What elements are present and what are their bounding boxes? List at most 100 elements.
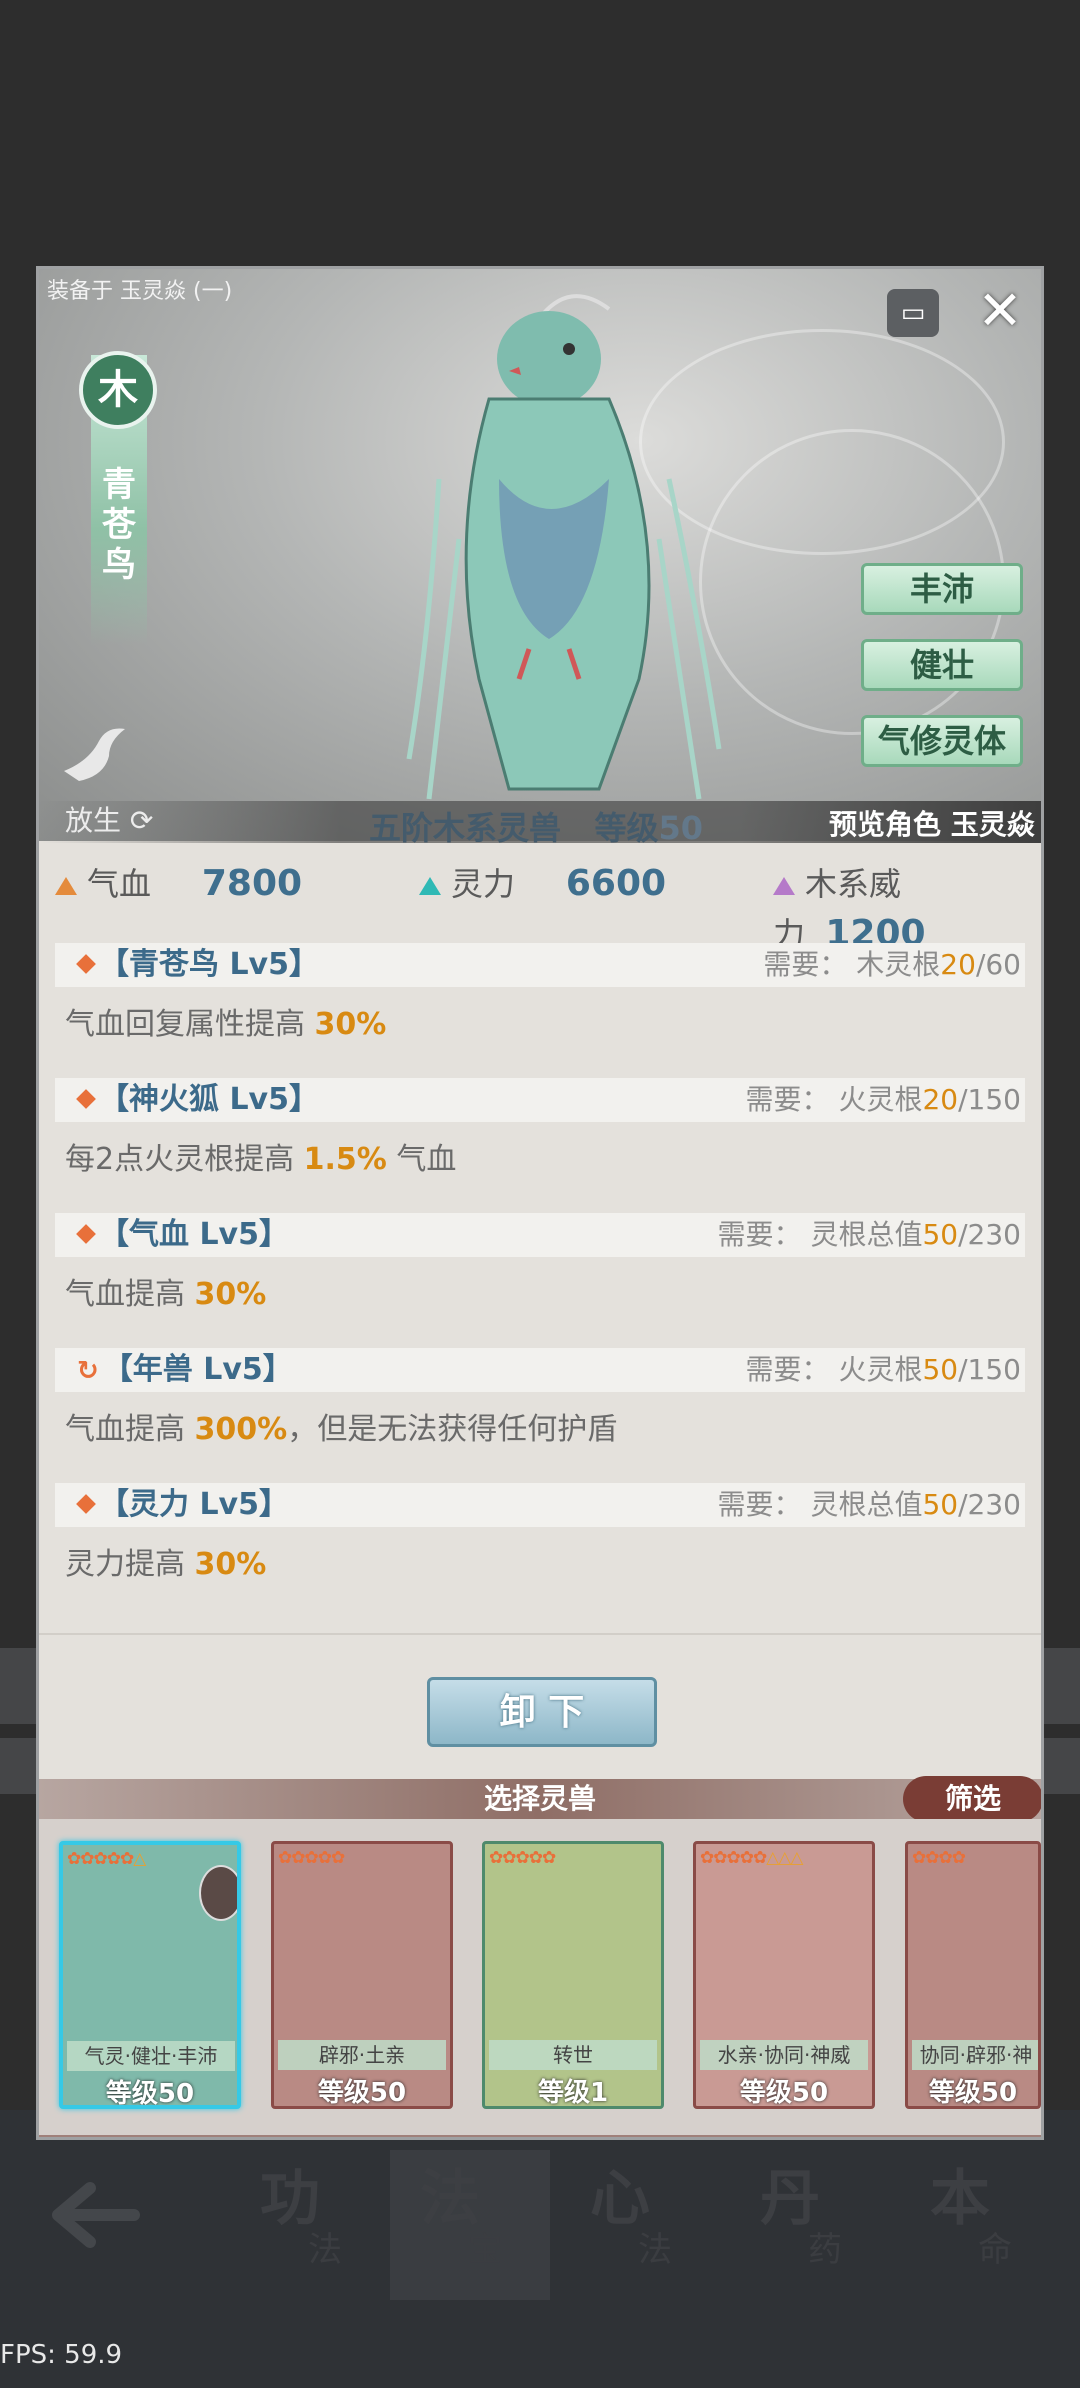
star-rating-icon: ✿✿✿✿✿ [278, 1848, 345, 1868]
desc-text: 灵力提高 [65, 1547, 195, 1582]
stat-label: 灵力 [451, 865, 516, 903]
desc-highlight: 30% [314, 1007, 387, 1042]
stat-triangle-icon [55, 877, 77, 895]
unequip-button[interactable]: 卸 下 [427, 1677, 657, 1747]
req-max: /150 [958, 1083, 1021, 1116]
skill-description: 气血提高 300%，但是无法获得任何护盾 [65, 1404, 617, 1448]
release-button[interactable]: 放生 ⟳ [65, 799, 153, 839]
rank-text: 五阶木系灵兽 [369, 809, 562, 847]
filter-button[interactable]: 筛选 [903, 1776, 1041, 1822]
req-name: 木灵根 [856, 948, 941, 981]
skill-title: 【青苍鸟 Lv5】 [99, 947, 319, 982]
beast-rank: 五阶木系灵兽 等级50 [369, 803, 703, 849]
desc-text-post: 气血 [386, 1142, 457, 1177]
refresh-icon: ⟳ [129, 804, 154, 837]
req-name: 灵根总值 [810, 1488, 923, 1521]
nav-tab-sub: 药 [808, 2230, 842, 2270]
star-rating-icon: ✿✿✿✿✿ [489, 1848, 556, 1868]
beast-card[interactable]: ✿✿✿✿✿ 转世 等级1 [482, 1841, 664, 2109]
stat-value: 6600 [565, 863, 667, 904]
beast-card[interactable]: ✿✿✿✿ 协同·辟邪·神 等级50 [905, 1841, 1041, 2109]
skill-name: ↻ 【年兽 Lv5】 [73, 1348, 293, 1393]
level-value: 50 [658, 809, 703, 847]
trait-button[interactable]: 气修灵体 [861, 715, 1023, 767]
diamond-icon [76, 954, 96, 974]
skill-description: 灵力提高 30% [65, 1539, 266, 1583]
stat-triangle-icon [773, 877, 795, 895]
select-title: 选择灵兽 [483, 1782, 596, 1815]
close-button[interactable]: ✕ [975, 283, 1025, 339]
storage-button[interactable]: ▭ [887, 289, 939, 337]
skill-requirement: 需要： 火灵根20/150 [746, 1078, 1021, 1122]
level-label: 等级 [594, 809, 659, 847]
beast-card[interactable]: ✿✿✿✿✿ 辟邪·土亲 等级50 [271, 1841, 453, 2109]
divider [39, 1633, 1041, 1635]
card-traits: 转世 [489, 2040, 657, 2070]
skill-header: 【气血 Lv5】 需要： 灵根总值50/230 [55, 1213, 1025, 1257]
skill-header: ↻ 【年兽 Lv5】 需要： 火灵根50/150 [55, 1348, 1025, 1392]
req-label: 需要： [717, 1218, 802, 1251]
stat-value: 7800 [201, 863, 303, 904]
stat-hp: 气血 7800 [55, 859, 302, 909]
skill-description: 气血回复属性提高 30% [65, 999, 386, 1043]
trait-button[interactable]: 丰沛 [861, 563, 1023, 615]
fps-counter: FPS: 59.9 [0, 2340, 123, 2370]
skill-requirement: 需要： 灵根总值50/230 [718, 1213, 1021, 1257]
req-name: 灵根总值 [810, 1218, 923, 1251]
beast-card[interactable]: ✿✿✿✿✿△ 气灵·健壮·丰沛 等级50 [59, 1841, 241, 2109]
card-traits: 水亲·协同·神威 [700, 2040, 868, 2070]
req-label: 需要： [745, 1083, 830, 1116]
close-icon: ✕ [977, 279, 1023, 342]
skill-description: 气血提高 30% [65, 1269, 266, 1313]
card-traits: 辟邪·土亲 [278, 2040, 446, 2070]
nav-tab-gongfa[interactable]: 功法 [230, 2150, 390, 2300]
req-name: 火灵根 [838, 1083, 923, 1116]
desc-text: 每2点火灵根提高 [65, 1142, 304, 1177]
skill-name: 【气血 Lv5】 [73, 1213, 289, 1257]
skill-name: 【青苍鸟 Lv5】 [73, 943, 319, 987]
card-level: 等级1 [537, 2078, 609, 2108]
card-traits: 气灵·健壮·丰沛 [67, 2041, 235, 2071]
skill-name: 【灵力 Lv5】 [73, 1483, 289, 1527]
stat-wood-power: 木系威力 1200 [773, 859, 1041, 954]
nav-tab-benming[interactable]: 本命 [900, 2150, 1060, 2300]
desc-highlight: 30% [194, 1547, 267, 1582]
card-level: 等级50 [317, 2078, 407, 2108]
star-rating-icon: ✿✿✿✿ [912, 1848, 966, 1868]
nav-tab-danyao[interactable]: 丹药 [730, 2150, 890, 2300]
card-level: 等级50 [739, 2078, 829, 2108]
star-rating-icon: ✿✿✿✿✿△ [67, 1849, 146, 1869]
skill-title: 【年兽 Lv5】 [102, 1352, 293, 1387]
nav-tab-sub: 法 [308, 2230, 342, 2270]
panel-bottom-border [39, 2135, 1041, 2137]
nav-tab-xinfa[interactable]: 心法 [560, 2150, 720, 2300]
cycle-icon: ↻ [77, 1356, 99, 1386]
beast-illustration [369, 279, 749, 809]
bird-icon [59, 721, 129, 791]
preview-character: 预览角色 玉灵焱 [829, 808, 1035, 841]
stat-label: 气血 [87, 865, 152, 903]
nav-tab-fabao[interactable]: 法宝 [390, 2150, 550, 2300]
beast-card[interactable]: ✿✿✿✿✿△△△ 水亲·协同·神威 等级50 [693, 1841, 875, 2109]
skill-requirement: 需要： 木灵根20/60 [763, 943, 1021, 987]
desc-highlight: 300% [194, 1412, 288, 1447]
character-avatar [199, 1865, 237, 1921]
star-rating-icon: ✿✿✿✿✿△△△ [700, 1848, 803, 1868]
req-current: 50 [922, 1218, 959, 1251]
back-arrow-icon[interactable] [50, 2180, 140, 2250]
stat-triangle-icon [419, 877, 441, 895]
desc-highlight: 30% [194, 1277, 267, 1312]
req-label: 需要： [717, 1488, 802, 1521]
req-max: /150 [958, 1353, 1021, 1386]
desc-text-post: ，但是无法获得任何护盾 [287, 1412, 618, 1447]
equipped-label: 装备于 玉灵焱 (一) [47, 279, 233, 304]
desc-highlight: 1.5% [303, 1142, 387, 1177]
nav-tab-sub: 宝 [468, 2230, 502, 2270]
req-current: 50 [922, 1353, 959, 1386]
trait-button[interactable]: 健壮 [861, 639, 1023, 691]
req-max: /230 [958, 1488, 1021, 1521]
desc-text: 气血回复属性提高 [65, 1007, 315, 1042]
req-label: 需要： [745, 1353, 830, 1386]
stat-mp: 灵力 6600 [419, 859, 666, 909]
nav-tab-sub: 命 [978, 2230, 1012, 2270]
